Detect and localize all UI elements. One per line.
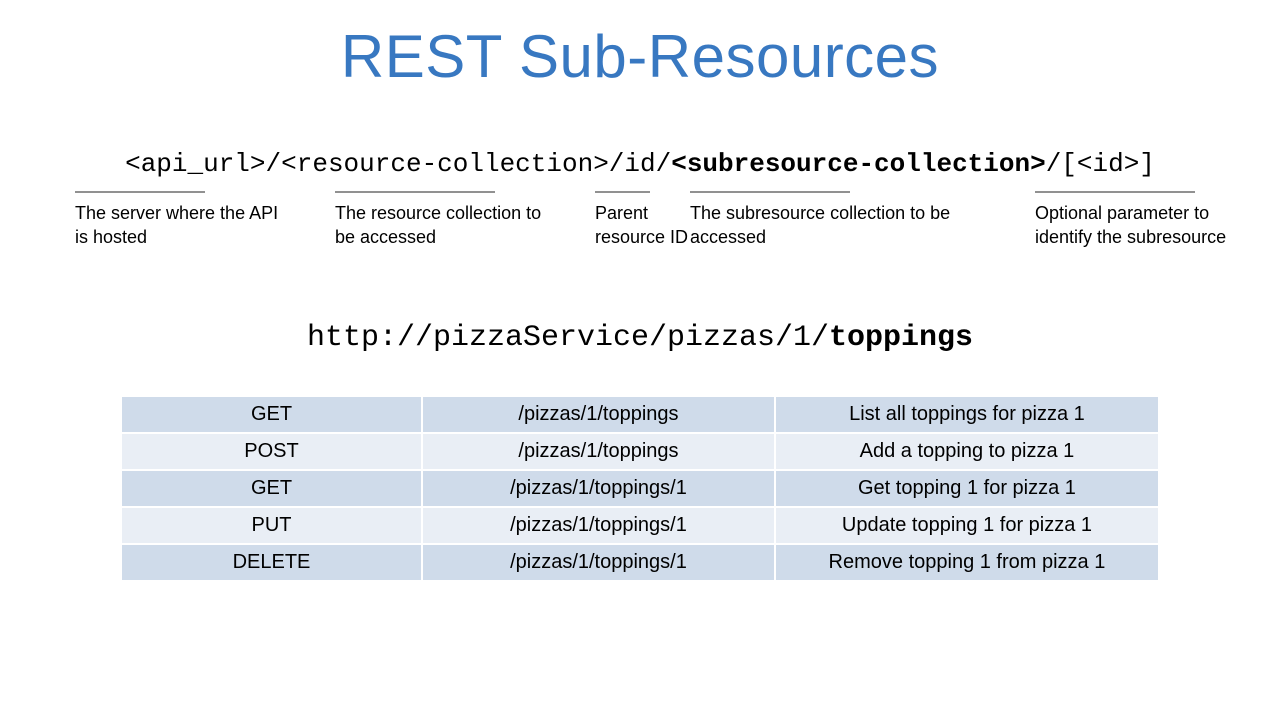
cell-description: Get topping 1 for pizza 1 (775, 470, 1159, 507)
table-row: GET/pizzas/1/toppings/1Get topping 1 for… (121, 470, 1159, 507)
table-row: DELETE/pizzas/1/toppings/1Remove topping… (121, 544, 1159, 581)
underline (1035, 191, 1195, 193)
desc-text: The server where the API is hosted (75, 203, 278, 247)
methods-table: GET/pizzas/1/toppingsList all toppings f… (120, 395, 1160, 582)
cell-method: GET (121, 396, 422, 433)
underline (335, 191, 495, 193)
cell-path: /pizzas/1/toppings/1 (422, 470, 775, 507)
underline (595, 191, 650, 193)
pattern-sep-3: /[<id>] (1046, 149, 1155, 179)
desc-text: Optional parameter to identify the subre… (1035, 203, 1226, 247)
cell-description: Remove topping 1 from pizza 1 (775, 544, 1159, 581)
pattern-sep-1: / (266, 149, 282, 179)
desc-optional-id: Optional parameter to identify the subre… (1035, 191, 1265, 250)
cell-description: Add a topping to pizza 1 (775, 433, 1159, 470)
desc-text: Parent resource ID (595, 203, 688, 247)
example-bold: toppings (829, 321, 973, 355)
pattern-descriptions: The server where the API is hosted The r… (0, 191, 1280, 281)
example-url: http://pizzaService/pizzas/1/toppings (0, 321, 1280, 355)
cell-description: Update topping 1 for pizza 1 (775, 507, 1159, 544)
desc-api-url: The server where the API is hosted (75, 191, 285, 250)
cell-method: GET (121, 470, 422, 507)
example-prefix: http://pizzaService/pizzas/1/ (307, 321, 829, 355)
pattern-api-url: <api_url> (125, 149, 265, 179)
underline (75, 191, 205, 193)
underline (690, 191, 850, 193)
pattern-subresource-coll: <subresource-collection> (671, 149, 1045, 179)
cell-path: /pizzas/1/toppings/1 (422, 507, 775, 544)
url-pattern: <api_url>/<resource-collection>/id/<subr… (0, 149, 1280, 179)
desc-text: The subresource collection to be accesse… (690, 203, 950, 247)
desc-resource-collection: The resource collection to be accessed (335, 191, 555, 250)
cell-path: /pizzas/1/toppings (422, 433, 775, 470)
desc-subresource-collection: The subresource collection to be accesse… (690, 191, 1010, 250)
cell-path: /pizzas/1/toppings (422, 396, 775, 433)
slide-title: REST Sub-Resources (0, 0, 1280, 91)
cell-description: List all toppings for pizza 1 (775, 396, 1159, 433)
cell-method: PUT (121, 507, 422, 544)
table-row: GET/pizzas/1/toppingsList all toppings f… (121, 396, 1159, 433)
cell-method: DELETE (121, 544, 422, 581)
table-row: PUT/pizzas/1/toppings/1Update topping 1 … (121, 507, 1159, 544)
pattern-resource-coll: <resource-collection> (281, 149, 609, 179)
cell-path: /pizzas/1/toppings/1 (422, 544, 775, 581)
cell-method: POST (121, 433, 422, 470)
table-row: POST/pizzas/1/toppingsAdd a topping to p… (121, 433, 1159, 470)
desc-text: The resource collection to be accessed (335, 203, 541, 247)
pattern-sep-2: /id/ (609, 149, 671, 179)
